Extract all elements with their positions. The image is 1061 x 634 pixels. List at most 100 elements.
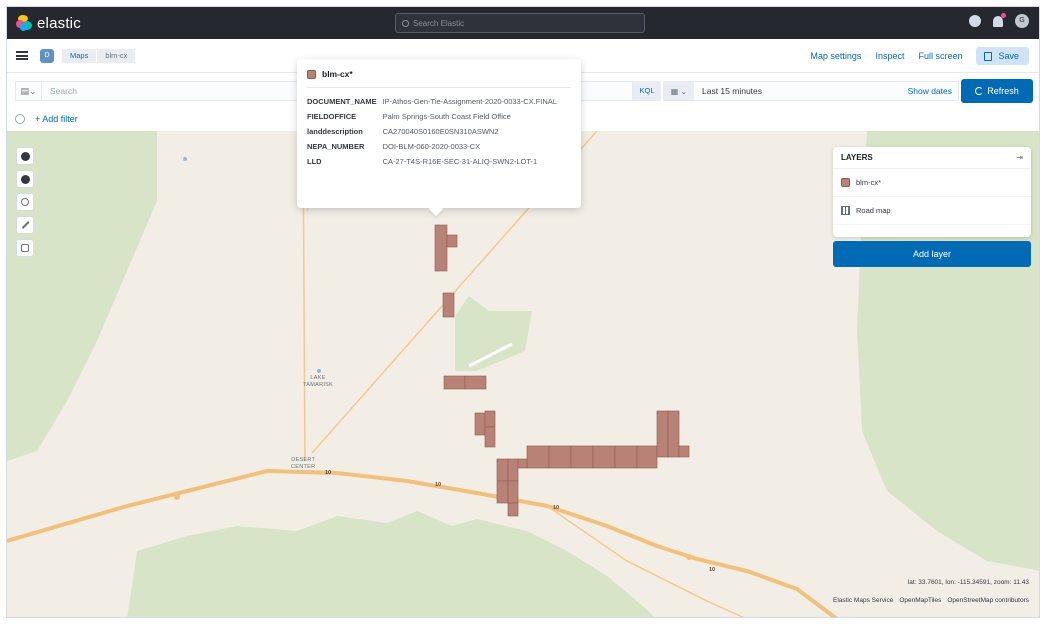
interchange-1 xyxy=(174,494,180,500)
elastic-logo-icon xyxy=(16,15,32,31)
road-number-label: 10 xyxy=(553,505,560,511)
attribution-link[interactable]: Elastic Maps Service xyxy=(833,597,893,604)
blm-parcel xyxy=(507,458,519,482)
map-toolbar: Map settings Inspect Full screen Save xyxy=(810,47,1029,65)
map-settings-button[interactable]: Map settings xyxy=(810,51,861,61)
zoom-out-icon xyxy=(20,174,30,184)
blm-parcel xyxy=(507,502,519,517)
park-area-center xyxy=(455,296,532,371)
blm-parcel xyxy=(592,445,616,469)
full-screen-button[interactable]: Full screen xyxy=(918,51,962,61)
layer-item-label: blm-cx* xyxy=(856,178,882,187)
property-key: NEPA_NUMBER xyxy=(307,142,365,151)
blm-parcel xyxy=(636,445,658,469)
blm-parcel xyxy=(464,375,487,390)
layer-item-blm-cx[interactable]: blm-cx* xyxy=(833,169,1031,197)
menu-icon[interactable] xyxy=(16,51,28,60)
pin-icon xyxy=(21,244,29,252)
feature-tooltip: blm-cx* DOCUMENT_NAME IP-Athos-Gen-Tie-As… xyxy=(297,59,581,208)
attribution-link[interactable]: OpenStreetMap contributors xyxy=(947,597,1029,604)
blm-parcel xyxy=(434,224,448,272)
blm-parcel xyxy=(570,445,594,469)
notification-dot xyxy=(1001,12,1006,18)
blm-parcel xyxy=(484,426,496,448)
help-icon[interactable] xyxy=(969,15,981,27)
saved-query-icon: ▤⌄ xyxy=(20,85,37,96)
global-search-input[interactable]: Search Elastic xyxy=(395,13,645,33)
table-row: NEPA_NUMBER DOI-BLM-060-2020-0033-CX xyxy=(307,139,571,154)
zoom-in-button[interactable] xyxy=(16,147,34,165)
inspect-button[interactable]: Inspect xyxy=(875,51,904,61)
space-avatar[interactable]: D xyxy=(40,48,54,63)
blm-parcel xyxy=(656,410,669,458)
add-layer-button[interactable]: Add layer xyxy=(833,241,1031,267)
filter-options-icon[interactable] xyxy=(15,114,25,124)
layer-item-road-map[interactable]: Road map xyxy=(833,197,1031,225)
table-row: landdescription CA270040S0160E0SN310ASWN2 xyxy=(307,124,571,139)
app-window: elastic Search Elastic G D Maps blm-cx M… xyxy=(6,6,1040,618)
user-avatar-icon[interactable]: G xyxy=(1015,14,1029,28)
property-value: CA270040S0160E0SN310ASWN2 xyxy=(382,127,499,136)
date-picker: ▦ ⌄ Last 15 minutes Show dates xyxy=(663,81,959,101)
time-range-label[interactable]: Last 15 minutes xyxy=(702,86,762,96)
query-language-toggle[interactable]: KQL xyxy=(633,81,661,101)
blm-parcel xyxy=(496,480,509,504)
property-value: CA-27-T4S-R16E-SEC-31-ALIQ-SWN2-LOT-1 xyxy=(382,157,538,166)
grid-tiles-icon xyxy=(841,206,850,215)
save-button[interactable]: Save xyxy=(976,47,1029,65)
interchange-2 xyxy=(686,554,692,560)
collapse-panel-icon[interactable]: ⇥ xyxy=(1016,153,1023,162)
desert-center-text: DESERT CENTER xyxy=(291,457,316,470)
blm-parcel xyxy=(667,410,680,458)
map-marker xyxy=(317,369,321,373)
mouse-coordinates: lat: 33.7601, lon: -115.34591, zoom: 11.… xyxy=(907,579,1029,586)
property-key: DOCUMENT_NAME xyxy=(307,97,377,106)
blm-parcel xyxy=(517,458,528,469)
blm-parcel xyxy=(442,292,455,318)
layer-item-label: Road map xyxy=(856,206,891,215)
breadcrumb-maps[interactable]: Maps xyxy=(62,48,97,63)
zoom-out-button[interactable] xyxy=(16,170,34,188)
crosshair-icon xyxy=(21,198,29,206)
map-marker xyxy=(183,157,187,161)
blm-parcel xyxy=(614,445,638,469)
saved-query-menu-button[interactable]: ▤⌄ xyxy=(16,82,42,100)
blm-parcel xyxy=(496,458,509,482)
property-value: Palm Springs-South Coast Field Office xyxy=(382,112,511,121)
blm-parcel xyxy=(678,445,690,458)
draw-shape-button[interactable] xyxy=(16,216,34,234)
refresh-button[interactable]: Refresh xyxy=(961,79,1033,103)
reset-view-button[interactable] xyxy=(16,193,34,211)
table-row: DOCUMENT_NAME IP-Athos-Gen-Tie-Assignment… xyxy=(307,94,571,109)
blm-parcel xyxy=(443,375,466,390)
polygon-swatch-icon xyxy=(307,69,316,79)
map-attribution: Elastic Maps Service OpenMapTiles OpenSt… xyxy=(833,597,1029,604)
show-dates-button[interactable]: Show dates xyxy=(908,86,952,96)
road-number-label: 10 xyxy=(325,470,332,476)
blm-parcel xyxy=(484,410,496,428)
save-icon xyxy=(984,51,993,61)
elastic-logo[interactable]: elastic xyxy=(16,15,81,32)
property-value: IP-Athos-Gen-Tie-Assignment-2020-0033-CX… xyxy=(382,97,557,106)
attribution-link[interactable]: OpenMapTiles xyxy=(899,597,941,604)
blm-parcel xyxy=(526,445,550,469)
notifications-icon[interactable] xyxy=(993,12,1006,27)
property-key: LLD xyxy=(307,157,322,166)
search-icon xyxy=(402,19,409,27)
tooltip-header: blm-cx* xyxy=(307,69,571,88)
table-row: FIELDOFFICE Palm Springs-South Coast Fiel… xyxy=(307,109,571,124)
logo-text: elastic xyxy=(37,14,81,32)
blm-parcel xyxy=(507,480,519,504)
property-key: FIELDOFFICE xyxy=(307,112,357,121)
add-filter-button[interactable]: + Add filter xyxy=(35,114,78,124)
query-search-input[interactable]: Search xyxy=(50,86,77,96)
layers-panel: LAYERS ⇥ blm-cx* Road map xyxy=(833,147,1031,237)
calendar-quick-menu-button[interactable]: ▦ ⌄ xyxy=(664,82,694,100)
calendar-icon: ▦ ⌄ xyxy=(670,86,688,96)
breadcrumb-current: blm-cx xyxy=(97,48,136,63)
refresh-label: Refresh xyxy=(987,86,1019,96)
timeslider-button[interactable] xyxy=(16,239,34,257)
layers-title: LAYERS xyxy=(841,153,873,162)
tooltip-properties: DOCUMENT_NAME IP-Athos-Gen-Tie-Assignment… xyxy=(307,94,571,169)
place-label-lake-tamarisk: LAKE TAMARISK xyxy=(303,375,333,389)
